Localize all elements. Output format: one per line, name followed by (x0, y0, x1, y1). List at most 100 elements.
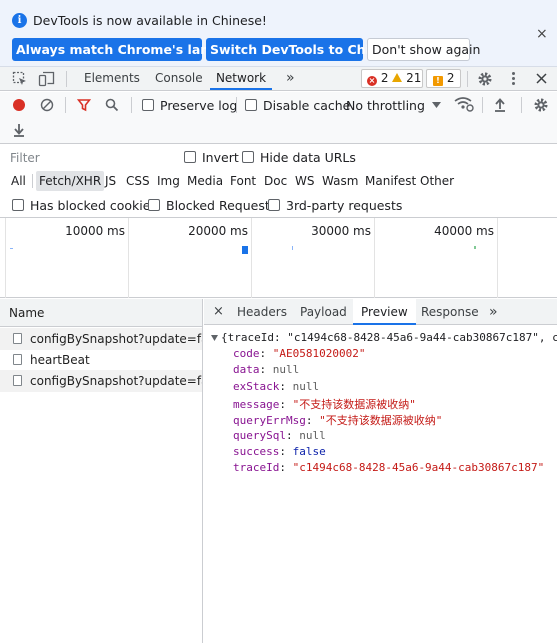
type-filter-font[interactable]: Font (230, 171, 256, 191)
infobar-close-icon[interactable]: × (536, 26, 548, 42)
timeline-tick-label: 30000 ms (311, 224, 371, 238)
dont-show-again-button[interactable]: Don't show again (367, 38, 480, 61)
json-property-row[interactable]: message: "不支持该数据源被收纳" (233, 396, 416, 412)
tab-payload[interactable]: Payload (300, 299, 347, 325)
json-key: queryErrMsg (233, 414, 306, 428)
type-filter-js[interactable]: JS (105, 171, 116, 191)
third-party-label: 3rd-party requests (286, 198, 403, 213)
filter-input[interactable] (6, 149, 172, 167)
settings-gear-icon[interactable] (477, 71, 493, 87)
blocked-cookies-label: Has blocked cookies (30, 198, 157, 213)
json-property-row[interactable]: queryErrMsg: "不支持该数据源被收纳" (233, 412, 442, 428)
import-har-upload-icon[interactable] (493, 97, 507, 112)
warning-count: 21 (406, 71, 422, 85)
request-row[interactable]: configBySnapshot?update=fal... (0, 328, 202, 350)
network-settings-gear-icon[interactable] (533, 97, 549, 113)
json-property-row[interactable]: traceId: "c1494c68-8428-45a6-9a44-cab308… (233, 461, 544, 474)
network-conditions-wifi-icon[interactable] (454, 96, 474, 112)
record-icon[interactable] (13, 99, 25, 111)
search-icon[interactable] (105, 98, 119, 112)
json-key: code (233, 347, 260, 360)
json-value: false (292, 444, 326, 458)
export-har-download-icon[interactable] (12, 122, 26, 137)
type-filter-fetch-xhr[interactable]: Fetch/XHR (36, 171, 105, 191)
request-tick (474, 246, 476, 249)
language-infobar: i DevTools is now available in Chinese! … (0, 0, 557, 67)
type-filter-all[interactable]: All (11, 171, 26, 191)
close-devtools-icon[interactable] (535, 72, 548, 85)
inspect-element-icon[interactable] (12, 71, 28, 87)
json-value: "c1494c68-8428-45a6-9a44-cab30867c187" (292, 461, 545, 475)
preserve-log-checkbox[interactable] (142, 99, 154, 111)
info-icon: i (12, 13, 27, 28)
timeline-tick-label: 40000 ms (434, 224, 494, 238)
invert-label: Invert (202, 150, 239, 165)
preview-panel: {traceId: "c1494c68-8428-45a6-9a44-cab30… (204, 326, 557, 643)
tab-separator (467, 71, 468, 87)
request-list: Name configBySnapshot?update=fal... hear… (0, 299, 203, 643)
json-property-row[interactable]: exStack: null (233, 380, 319, 393)
tab-console[interactable]: Console (155, 67, 203, 90)
json-value: "AE0581020002" (272, 347, 366, 360)
type-filter-wasm[interactable]: Wasm (322, 171, 358, 191)
disable-cache-checkbox[interactable] (245, 99, 257, 111)
filter-funnel-icon[interactable] (77, 98, 91, 112)
tab-elements[interactable]: Elements (84, 67, 140, 90)
request-name: configBySnapshot?update=fal... (30, 332, 202, 346)
blocked-requests-checkbox[interactable] (148, 199, 160, 211)
hide-data-urls-checkbox[interactable] (242, 151, 254, 163)
type-filter-css[interactable]: CSS (126, 171, 150, 191)
tab-headers[interactable]: Headers (237, 299, 287, 325)
always-match-language-button[interactable]: Always match Chrome's language (12, 38, 253, 61)
request-tick (10, 248, 13, 249)
throttling-select[interactable]: No throttling (346, 98, 425, 113)
devtools-tab-bar: Elements Console Network » × 2 21 ! 2 (0, 67, 557, 91)
issues-count: 2 (446, 71, 455, 85)
timeline-gridline (374, 218, 375, 298)
device-toolbar-icon[interactable] (38, 70, 56, 88)
type-filter-ws[interactable]: WS (295, 171, 314, 191)
type-filter-doc[interactable]: Doc (264, 171, 287, 191)
toolbar-separator (236, 97, 237, 113)
switch-to-chinese-button[interactable]: Switch DevTools to Chinese (206, 38, 403, 61)
name-column-header[interactable]: Name (0, 299, 202, 327)
preserve-log-label: Preserve log (160, 98, 238, 113)
timeline-tick-label: 20000 ms (188, 224, 248, 238)
document-icon (13, 375, 22, 386)
invert-checkbox[interactable] (184, 151, 196, 163)
network-overview-timeline[interactable]: 10000 ms 20000 ms 30000 ms 40000 ms (0, 218, 557, 298)
tab-response[interactable]: Response (421, 299, 479, 325)
clear-icon[interactable] (40, 98, 54, 112)
blocked-cookies-checkbox[interactable] (12, 199, 24, 211)
json-key: message (233, 397, 280, 411)
more-detail-tabs-chevron-icon[interactable]: » (489, 299, 498, 325)
json-property-row[interactable]: querySql: null (233, 429, 326, 442)
issues-badge[interactable]: ! 2 (426, 69, 461, 88)
toolbar-separator (482, 97, 483, 113)
kebab-menu-icon[interactable] (512, 71, 516, 85)
json-property-row[interactable]: success: false (233, 445, 326, 458)
error-icon: × (367, 76, 377, 86)
json-property-row[interactable]: data: null (233, 363, 299, 376)
close-details-icon[interactable]: × (213, 299, 224, 325)
timeline-gridline (497, 218, 498, 298)
json-property-row[interactable]: code: "AE0581020002" (233, 347, 365, 360)
tab-network[interactable]: Network (210, 67, 272, 90)
more-tabs-chevron-icon[interactable]: » (286, 67, 295, 90)
json-summary[interactable]: {traceId: "c1494c68-8428-45a6-9a44-cab30… (221, 331, 557, 344)
type-filter-other[interactable]: Other (420, 171, 454, 191)
warning-icon (392, 73, 403, 82)
request-row[interactable]: configBySnapshot?update=fal... (0, 370, 202, 392)
third-party-checkbox[interactable] (268, 199, 280, 211)
type-filter-media[interactable]: Media (187, 171, 223, 191)
chevron-down-icon[interactable] (432, 102, 441, 109)
type-filter-manifest[interactable]: Manifest (365, 171, 416, 191)
errors-warnings-badge[interactable]: × 2 21 (361, 69, 423, 88)
json-key: success (233, 444, 280, 458)
request-row[interactable]: heartBeat (0, 349, 202, 371)
request-name: configBySnapshot?update=fal... (30, 374, 202, 388)
tab-preview[interactable]: Preview (353, 299, 416, 325)
expand-triangle-icon[interactable] (211, 335, 218, 341)
toolbar-separator (65, 97, 66, 113)
type-filter-img[interactable]: Img (157, 171, 180, 191)
